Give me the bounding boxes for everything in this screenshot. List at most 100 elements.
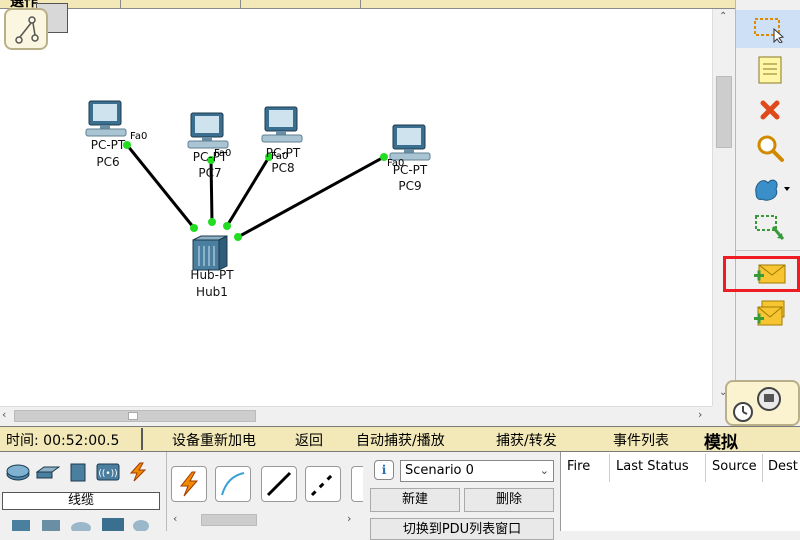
common-tools-bar bbox=[735, 0, 800, 424]
auto-connection-button[interactable] bbox=[171, 466, 207, 502]
column-header-fire[interactable]: Fire bbox=[567, 459, 590, 474]
connection-scrollbar[interactable]: ‹ › bbox=[171, 512, 357, 528]
select-icon bbox=[753, 18, 784, 43]
delete-scenario-button[interactable]: 删除 bbox=[464, 488, 554, 512]
capture-forward-button[interactable]: 捕获/转发 bbox=[496, 430, 557, 450]
fiber-cable-button[interactable] bbox=[351, 466, 363, 502]
sim-time-display: 时间: 00:52:00.5 bbox=[6, 433, 120, 449]
auto-capture-play-button[interactable]: 自动捕获/播放 bbox=[356, 430, 445, 450]
inspect-tool-button[interactable] bbox=[742, 130, 798, 166]
status-divider bbox=[141, 428, 143, 450]
wireless-category-icon[interactable]: ((•)) bbox=[96, 462, 120, 482]
resize-tool-button[interactable] bbox=[742, 210, 798, 246]
simulation-mode-button[interactable] bbox=[725, 380, 800, 426]
router-category-icon[interactable] bbox=[6, 462, 30, 482]
scroll-left-icon[interactable]: ‹ bbox=[173, 512, 177, 525]
pc9-model-label: PC-PT bbox=[392, 163, 428, 177]
scroll-right-icon[interactable]: › bbox=[698, 408, 702, 421]
toggle-pdu-list-button[interactable]: 切换到PDU列表窗口 bbox=[370, 518, 554, 540]
add-complex-pdu-button[interactable] bbox=[742, 296, 798, 332]
scroll-thumb[interactable] bbox=[716, 76, 732, 148]
straight-through-cable-button[interactable] bbox=[261, 466, 297, 502]
scroll-right-icon[interactable]: › bbox=[347, 512, 351, 525]
topology-canvas[interactable] bbox=[0, 9, 712, 406]
annotation-highlight-box bbox=[723, 256, 800, 292]
scroll-up-icon[interactable]: ⌃ bbox=[719, 11, 727, 22]
note-tool-button[interactable] bbox=[742, 52, 798, 88]
device-category-panel: ((•)) 线缆 bbox=[0, 452, 164, 531]
back-button[interactable]: 返回 bbox=[295, 430, 323, 450]
pc6-icon[interactable] bbox=[85, 100, 127, 137]
draw-shape-tool-button[interactable] bbox=[742, 170, 798, 206]
resize-icon bbox=[755, 215, 785, 240]
column-divider bbox=[762, 454, 763, 482]
inspect-icon bbox=[757, 135, 784, 162]
port-label-pc8: Fa0 bbox=[271, 151, 289, 162]
workspace-horizontal-scrollbar[interactable]: ‹ › bbox=[0, 406, 712, 424]
pc9-icon[interactable] bbox=[389, 124, 431, 161]
menu-divider bbox=[120, 0, 121, 8]
event-list-button[interactable]: 事件列表 bbox=[613, 430, 669, 450]
pc6-name-label: PC6 bbox=[96, 155, 120, 169]
workspace-vertical-scrollbar[interactable]: ⌃ ⌄ bbox=[712, 9, 734, 406]
delete-tool-button[interactable] bbox=[742, 92, 798, 128]
connection-type-panel: ‹ › bbox=[166, 452, 363, 531]
column-divider bbox=[705, 454, 706, 482]
column-header-last-status[interactable]: Last Status bbox=[616, 459, 689, 474]
logical-workspace[interactable]: PC-PT PC6 PC-PT PC7 PC-PT PC8 PC-PT PC9 … bbox=[0, 9, 712, 406]
switch-category-icon[interactable] bbox=[36, 462, 60, 482]
port-label-pc9: Fa0 bbox=[387, 158, 405, 169]
pc7-icon[interactable] bbox=[187, 112, 229, 149]
pc7-name-label: PC7 bbox=[198, 166, 222, 180]
scenario-panel: i Scenario 0 ⌄ 新建 删除 切换到PDU列表窗口 bbox=[366, 452, 558, 540]
bottom-panel: ((•)) 线缆 ‹ › i Scenario 0 ⌄ 新建 删除 切换到PDU… bbox=[0, 452, 800, 540]
port-label-pc6: Fa0 bbox=[130, 131, 148, 142]
column-divider bbox=[609, 454, 610, 482]
column-header-dest[interactable]: Dest bbox=[768, 459, 798, 474]
stopwatch-icon bbox=[733, 387, 781, 422]
straight-cable-icon bbox=[266, 471, 292, 497]
console-cable-icon bbox=[221, 472, 245, 496]
pdu-list-table: Fire Last Status Source Dest bbox=[560, 452, 800, 531]
link-light bbox=[190, 224, 198, 232]
hub1-icon[interactable] bbox=[192, 235, 228, 271]
select-tool-button[interactable] bbox=[736, 10, 800, 48]
pc8-icon[interactable] bbox=[261, 106, 303, 143]
connections-category-icon[interactable] bbox=[126, 462, 150, 482]
link-light bbox=[223, 222, 231, 230]
new-scenario-button[interactable]: 新建 bbox=[370, 488, 460, 512]
info-icon[interactable]: i bbox=[374, 460, 394, 480]
crossover-cable-icon bbox=[310, 471, 336, 497]
crossover-cable-button[interactable] bbox=[305, 466, 341, 502]
power-cycle-button[interactable]: 设备重新加电 bbox=[172, 430, 256, 450]
scenario-select[interactable]: Scenario 0 ⌄ bbox=[400, 460, 554, 482]
scroll-left-icon[interactable]: ‹ bbox=[2, 408, 6, 421]
logical-view-icon[interactable] bbox=[4, 8, 48, 50]
hub1-model-label: Hub-PT bbox=[190, 268, 234, 282]
lightning-icon bbox=[179, 471, 199, 497]
simulation-status-bar: 时间: 00:52:00.5 设备重新加电 返回 自动捕获/播放 捕获/转发 事… bbox=[0, 426, 800, 453]
toolbar-divider bbox=[736, 250, 800, 251]
draw-shape-icon bbox=[755, 179, 790, 201]
scroll-thumb[interactable] bbox=[201, 514, 257, 526]
scroll-thumb[interactable] bbox=[14, 410, 256, 422]
add-complex-pdu-icon bbox=[754, 300, 785, 326]
menu-divider bbox=[240, 0, 241, 8]
hub-category-icon[interactable] bbox=[66, 462, 90, 482]
link-light bbox=[234, 233, 242, 241]
pc8-name-label: PC8 bbox=[271, 161, 295, 175]
hub1-name-label: Hub1 bbox=[196, 285, 228, 299]
pc7-model-label: PC-PT bbox=[192, 150, 228, 164]
delete-icon bbox=[760, 100, 780, 120]
scenario-value: Scenario 0 bbox=[405, 463, 474, 478]
device-row-partial bbox=[6, 516, 156, 531]
simulation-mode-label[interactable]: 模拟 bbox=[704, 428, 738, 453]
top-menu-strip: 選作 bbox=[0, 0, 735, 10]
svg-text:((•)): ((•)) bbox=[98, 469, 117, 479]
link-light bbox=[208, 218, 216, 226]
chevron-down-icon: ⌄ bbox=[539, 464, 549, 477]
console-cable-button[interactable] bbox=[215, 466, 251, 502]
port-label-pc7: Fa0 bbox=[214, 148, 232, 159]
column-header-source[interactable]: Source bbox=[712, 459, 757, 474]
note-icon bbox=[758, 56, 782, 84]
